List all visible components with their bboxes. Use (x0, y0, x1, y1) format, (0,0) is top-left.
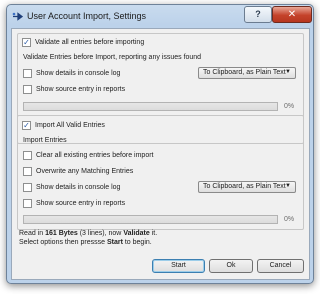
import-progress-label: 0% (284, 216, 295, 223)
status-middle: (3 lines), now (77, 230, 124, 237)
import-progress-bar (23, 215, 278, 224)
validate-show-details-label[interactable]: Show details in console log (36, 70, 120, 77)
chevron-down-icon: ▼ (285, 69, 291, 75)
status-action: Validate (123, 230, 150, 237)
dialog-window: User Account Import, Settings ? ✕ ✓ Vali… (6, 4, 314, 284)
start-button[interactable]: Start (152, 259, 205, 273)
help-button[interactable]: ? (244, 6, 272, 23)
validate-checkbox[interactable]: ✓ (22, 38, 31, 47)
import-section-heading: Import Entries (23, 137, 67, 144)
validate-checkbox-label[interactable]: Validate all entries before importing (35, 39, 144, 46)
validate-output-value: To Clipboard, as Plain Text (203, 69, 286, 76)
instruction-suffix: to begin. (122, 239, 152, 246)
import-output-value: To Clipboard, as Plain Text (203, 183, 286, 190)
instruction-action: Start (106, 239, 123, 246)
clear-entries-label[interactable]: Clear all existing entries before import (36, 152, 154, 159)
validate-progress-bar (23, 102, 278, 111)
overwrite-checkbox[interactable] (23, 167, 32, 176)
overwrite-label[interactable]: Overwrite any Matching Entries (36, 168, 133, 175)
window-title: User Account Import, Settings (27, 11, 147, 21)
import-show-details-checkbox[interactable] (23, 183, 32, 192)
import-show-details-label[interactable]: Show details in console log (36, 184, 120, 191)
clear-entries-checkbox[interactable] (23, 151, 32, 160)
import-show-source-label[interactable]: Show source entry in reports (36, 200, 125, 207)
status-line-2: Select options then pressse Start to beg… (19, 239, 152, 246)
import-output-select[interactable]: To Clipboard, as Plain Text ▼ (198, 181, 296, 193)
validate-description: Validate Entries before Import, reportin… (23, 54, 202, 61)
status-prefix: Read in (19, 230, 46, 237)
ok-button[interactable]: Ok (209, 259, 253, 273)
dialog-body: ✓ Validate all entries before importing … (11, 28, 310, 280)
import-arrow-icon (12, 12, 23, 21)
validate-show-details-checkbox[interactable] (23, 69, 32, 78)
title-bar[interactable]: User Account Import, Settings ? ✕ (7, 5, 313, 27)
validate-show-source-label[interactable]: Show source entry in reports (36, 86, 125, 93)
status-size: 161 Bytes (45, 230, 78, 237)
chevron-down-icon: ▼ (285, 183, 291, 189)
status-line-1: Read in 161 Bytes (3 lines), now Validat… (19, 230, 157, 237)
close-button[interactable]: ✕ (272, 6, 312, 23)
validate-show-source-checkbox[interactable] (23, 85, 32, 94)
import-group: ✓ Import All Valid Entries Import Entrie… (17, 115, 304, 230)
status-suffix: it. (149, 230, 158, 237)
instruction-prefix: Select options then pressse (19, 239, 107, 246)
import-checkbox-label[interactable]: Import All Valid Entries (35, 122, 105, 129)
validate-progress-label: 0% (284, 103, 295, 110)
import-checkbox[interactable]: ✓ (22, 121, 31, 130)
import-show-source-checkbox[interactable] (23, 199, 32, 208)
cancel-button[interactable]: Cancel (257, 259, 304, 273)
validate-output-select[interactable]: To Clipboard, as Plain Text ▼ (198, 67, 296, 79)
